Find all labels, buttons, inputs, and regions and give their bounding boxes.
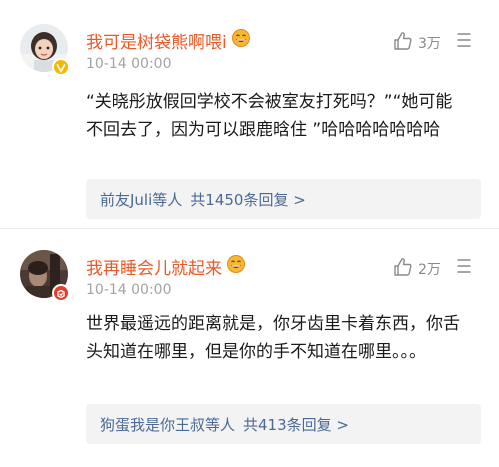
username[interactable]: 我可是树袋熊啊喂i — [86, 28, 251, 53]
more-icon[interactable] — [456, 33, 474, 52]
thumbs-up-icon[interactable] — [392, 256, 414, 282]
reply-names[interactable]: 前友Juli等人 — [100, 191, 182, 209]
grinning-emoji-icon — [231, 28, 251, 53]
reply-count[interactable]: 共413条回复 > — [243, 416, 349, 434]
timestamp: 10-14 00:00 — [86, 56, 172, 72]
verified-badge-icon — [52, 58, 70, 76]
timestamp: 10-14 00:00 — [86, 282, 172, 298]
like-button[interactable]: 2万 — [392, 256, 441, 282]
like-button[interactable]: 3万 — [392, 30, 441, 56]
red-badge-icon — [52, 284, 70, 302]
like-count: 2万 — [418, 262, 441, 278]
comment-item: 我再睡会儿就起来 10-14 00:00 2万 世界最遥远的距离就是，你牙齿里卡… — [0, 229, 499, 467]
view-replies-link[interactable]: 前友Juli等人 共1450条回复 > — [100, 189, 306, 210]
username-text[interactable]: 我可是树袋熊啊喂i — [86, 28, 227, 53]
reply-count[interactable]: 共1450条回复 > — [190, 191, 306, 209]
replies-preview[interactable]: 狗蛋我是你王叔等人 共413条回复 > — [86, 404, 481, 444]
comment-text: “关晓彤放假回学校不会被室友打死吗？”“她可能不回去了，因为可以跟鹿晗住 ”哈哈… — [86, 92, 453, 140]
grinning-emoji-icon — [226, 254, 246, 279]
username[interactable]: 我再睡会儿就起来 — [86, 254, 246, 279]
view-replies-link[interactable]: 狗蛋我是你王叔等人 共413条回复 > — [100, 414, 349, 435]
more-icon[interactable] — [456, 259, 474, 278]
thumbs-up-icon[interactable] — [392, 30, 414, 56]
reply-names[interactable]: 狗蛋我是你王叔等人 — [100, 416, 235, 434]
replies-preview[interactable]: 前友Juli等人 共1450条回复 > — [86, 179, 481, 219]
more-options-button[interactable] — [456, 258, 474, 278]
comment-text: 世界最遥远的距离就是，你牙齿里卡着东西，你舌头知道在哪里，但是你的手不知道在哪里… — [86, 314, 460, 362]
username-text[interactable]: 我再睡会儿就起来 — [86, 254, 222, 279]
like-count: 3万 — [418, 36, 441, 52]
more-options-button[interactable] — [456, 32, 474, 52]
comment-item: 我可是树袋熊啊喂i 10-14 00:00 3万 “关晓彤放假回学校不会被室友打… — [0, 0, 499, 229]
